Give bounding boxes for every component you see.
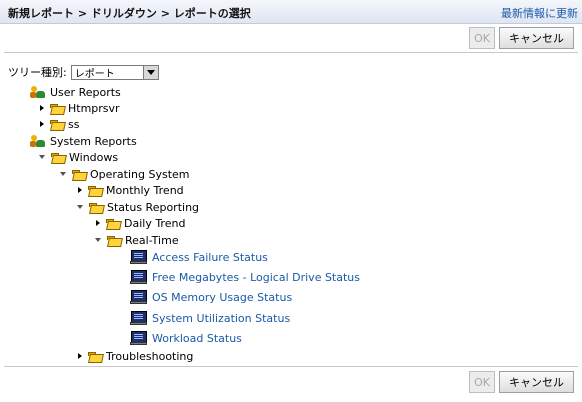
title-bar: 新規レポート > ドリルダウン > レポートの選択 最新情報に更新 <box>0 0 582 24</box>
collapse-arrow-icon[interactable] <box>77 205 83 209</box>
tree-node-label: Daily Trend <box>124 216 186 230</box>
report-icon <box>130 310 147 326</box>
tree-node-label: Operating System <box>90 167 190 181</box>
collapse-arrow-icon[interactable] <box>39 155 45 159</box>
folder-icon <box>88 185 102 196</box>
report-icon <box>130 249 147 265</box>
tree-type-filter: ツリー種別: レポート <box>8 64 159 80</box>
tree-node-status-reporting[interactable]: Status Reporting <box>76 199 199 215</box>
report-link[interactable]: Workload Status <box>152 332 242 345</box>
report-icon <box>130 330 147 346</box>
breadcrumb: 新規レポート > ドリルダウン > レポートの選択 <box>8 7 251 20</box>
tree-node-label: ss <box>68 117 80 131</box>
ok-button-top[interactable]: OK <box>469 27 495 49</box>
folder-icon <box>50 119 64 130</box>
collapse-arrow-icon[interactable] <box>95 238 101 242</box>
tree-node-system-reports[interactable]: System Reports <box>30 133 137 149</box>
tree-type-select[interactable]: レポート <box>70 64 159 80</box>
tree-node-ss[interactable]: ss <box>38 116 79 132</box>
folder-icon <box>106 218 120 229</box>
report-item-system-utilization[interactable]: System Utilization Status <box>130 310 290 326</box>
tree-node-operating-system[interactable]: Operating System <box>59 166 190 182</box>
refresh-link[interactable]: 最新情報に更新 <box>501 5 578 21</box>
collapse-arrow-icon[interactable] <box>60 172 66 176</box>
report-item-access-failure[interactable]: Access Failure Status <box>130 249 268 265</box>
tree-node-label: User Reports <box>50 85 121 99</box>
expand-arrow-icon[interactable] <box>96 220 100 226</box>
report-link[interactable]: System Utilization Status <box>152 312 290 325</box>
tree-node-label: Htmprsvr <box>68 101 120 115</box>
tree-node-label: System Reports <box>50 134 137 148</box>
users-group-icon <box>30 85 46 99</box>
report-link[interactable]: Free Megabytes - Logical Drive Status <box>152 271 360 284</box>
cancel-button-bottom[interactable]: キャンセル <box>499 371 574 393</box>
tree-node-windows[interactable]: Windows <box>38 149 118 165</box>
cancel-button-top[interactable]: キャンセル <box>499 27 574 49</box>
report-link[interactable]: OS Memory Usage Status <box>152 291 292 304</box>
folder-open-icon <box>51 152 65 163</box>
top-button-row: OK キャンセル <box>469 27 574 49</box>
tree-node-label: Troubleshooting <box>106 349 194 363</box>
folder-open-icon <box>89 202 103 213</box>
report-link[interactable]: Access Failure Status <box>152 251 268 264</box>
tree-node-real-time[interactable]: Real-Time <box>94 232 179 248</box>
tree-type-value: レポート <box>74 68 115 80</box>
folder-open-icon <box>107 235 121 246</box>
expand-arrow-icon[interactable] <box>78 187 82 193</box>
tree-node-label: Real-Time <box>125 233 179 247</box>
report-icon <box>130 269 147 285</box>
chevron-down-icon[interactable] <box>142 65 158 79</box>
tree-node-label: Status Reporting <box>107 200 200 214</box>
tree-node-troubleshooting[interactable]: Troubleshooting <box>76 348 193 364</box>
report-icon <box>130 289 147 305</box>
folder-open-icon <box>72 169 86 180</box>
folder-icon <box>50 103 64 114</box>
bottom-button-row: OK キャンセル <box>469 371 574 393</box>
tree-node-daily-trend[interactable]: Daily Trend <box>94 215 185 231</box>
ok-button-bottom[interactable]: OK <box>469 371 495 393</box>
report-item-workload[interactable]: Workload Status <box>130 330 242 346</box>
tree-type-label: ツリー種別: <box>8 66 67 79</box>
tree-node-label: Windows <box>69 150 119 164</box>
tree-node-label: Monthly Trend <box>106 183 184 197</box>
report-item-free-megabytes[interactable]: Free Megabytes - Logical Drive Status <box>130 269 360 285</box>
report-item-os-memory[interactable]: OS Memory Usage Status <box>130 289 292 305</box>
tree-node-monthly-trend[interactable]: Monthly Trend <box>76 182 184 198</box>
expand-arrow-icon[interactable] <box>40 105 44 111</box>
divider-bottom <box>4 366 578 367</box>
folder-icon <box>88 351 102 362</box>
expand-arrow-icon[interactable] <box>78 353 82 359</box>
users-group-icon <box>30 134 46 148</box>
tree-node-user-reports[interactable]: User Reports <box>30 84 121 100</box>
divider-top <box>4 52 578 53</box>
tree-node-htmprsvr[interactable]: Htmprsvr <box>38 100 120 116</box>
expand-arrow-icon[interactable] <box>40 121 44 127</box>
